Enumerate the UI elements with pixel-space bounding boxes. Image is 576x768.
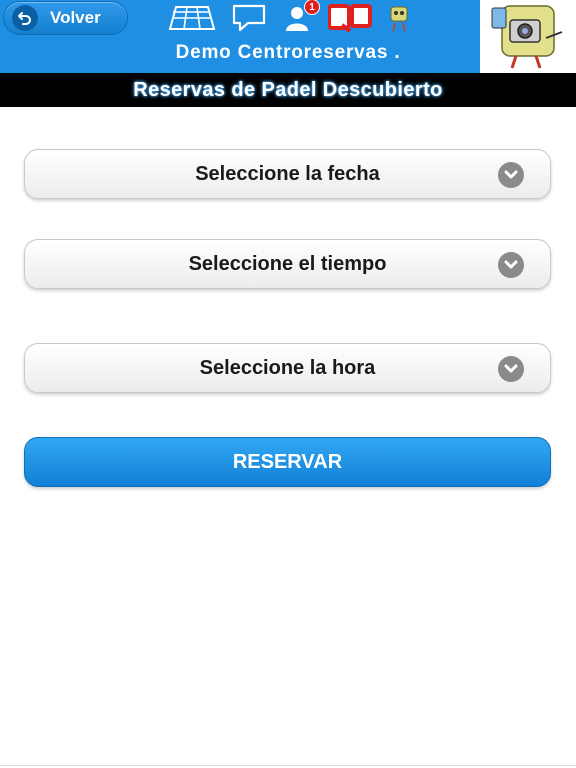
- chevron-down-icon: [498, 162, 524, 188]
- top-bar: Volver 1 Demo Centroreservas .: [0, 0, 576, 73]
- time-select-label: Seleccione el tiempo: [188, 252, 387, 275]
- date-select[interactable]: Seleccione la fecha: [24, 149, 551, 199]
- bottom-divider: [0, 765, 576, 766]
- back-label: Volver: [50, 8, 101, 27]
- chat-icon[interactable]: [230, 3, 268, 33]
- mascot-icon: [388, 3, 410, 33]
- notifications-icon[interactable]: 1: [282, 0, 320, 33]
- chevron-down-icon: [498, 252, 524, 278]
- subtitle-bar: Reservas de Padel Descubierto: [0, 73, 576, 107]
- header-icons: 1: [168, 0, 424, 34]
- notification-badge: 1: [304, 0, 320, 15]
- court-icon[interactable]: [168, 5, 216, 31]
- hour-select[interactable]: Seleccione la hora: [24, 343, 551, 393]
- time-select[interactable]: Seleccione el tiempo: [24, 239, 551, 289]
- date-select-label: Seleccione la fecha: [195, 162, 380, 185]
- hour-select-label: Seleccione la hora: [199, 356, 376, 379]
- back-arrow-icon: [12, 5, 38, 31]
- chevron-down-icon: [498, 356, 524, 382]
- reserve-button[interactable]: RESERVAR: [24, 437, 551, 487]
- mascot-logo: [480, 0, 576, 73]
- page-subtitle: Reservas de Padel Descubierto: [133, 78, 443, 101]
- app-logo-icon[interactable]: [328, 3, 374, 33]
- back-button[interactable]: Volver: [3, 1, 128, 35]
